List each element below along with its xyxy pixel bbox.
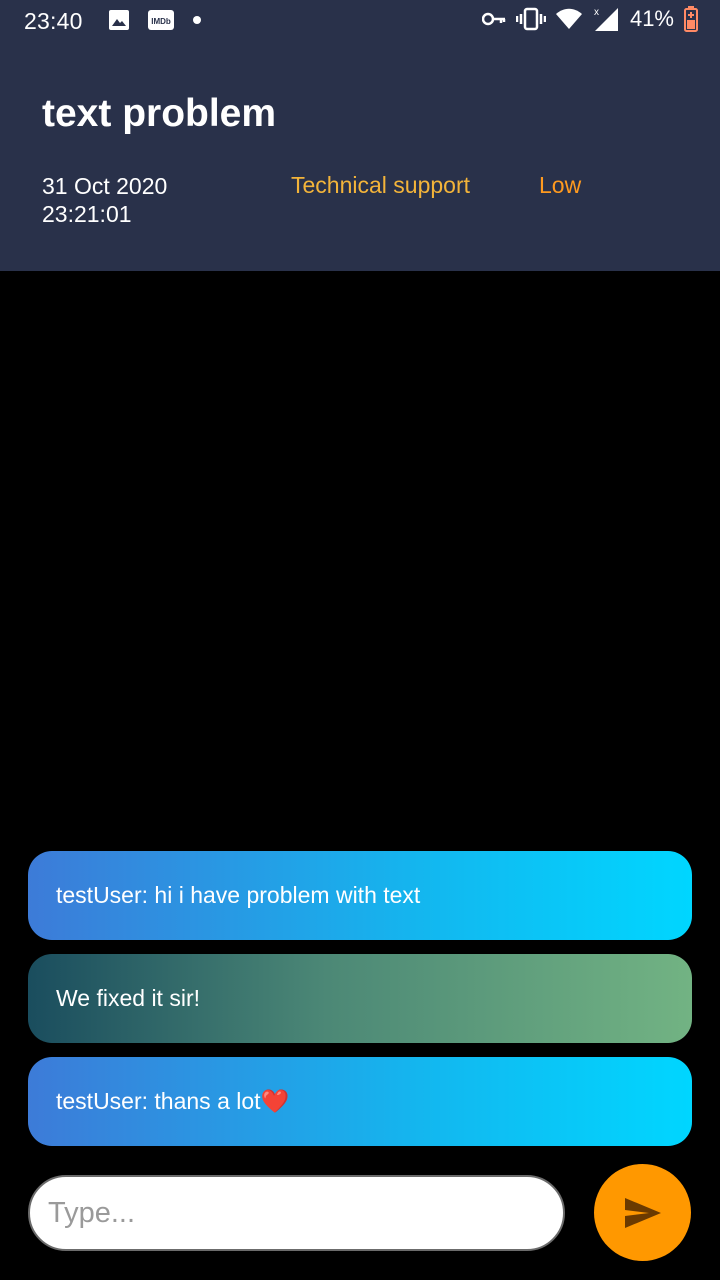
ticket-category: Technical support: [291, 172, 470, 198]
message-bubble: testUser: thans a lot❤️: [28, 1057, 692, 1146]
message-input-container[interactable]: [28, 1175, 565, 1251]
message-text: testUser: thans a lot❤️: [56, 1088, 290, 1114]
svg-text:x: x: [594, 7, 599, 18]
ticket-time: 23:21:01: [42, 201, 132, 227]
ticket-datetime: 31 Oct 2020 23:21:01: [42, 172, 167, 228]
ticket-priority: Low: [539, 172, 582, 198]
wifi-icon: [555, 8, 582, 30]
send-icon: [623, 1196, 663, 1230]
send-button[interactable]: [594, 1164, 691, 1261]
battery-percent: 41%: [629, 6, 674, 31]
message-bubble: We fixed it sir!: [28, 954, 692, 1043]
dot-icon: [192, 15, 202, 25]
battery-icon: [684, 6, 698, 32]
signal-icon: x: [592, 6, 620, 32]
imdb-label: IMDb: [151, 17, 171, 26]
message-input[interactable]: [46, 1195, 563, 1231]
ticket-header: text problem 31 Oct 2020 23:21:01 Techni…: [0, 42, 720, 271]
message-bubble: testUser: hi i have problem with text: [28, 851, 692, 940]
ticket-title: text problem: [42, 92, 277, 135]
message-text: testUser: hi i have problem with text: [56, 882, 421, 908]
image-icon: [108, 9, 130, 31]
status-bar: 23:40 IMDb x 41%: [0, 0, 720, 42]
ticket-date: 31 Oct 2020: [42, 173, 168, 199]
imdb-icon: IMDb: [148, 9, 174, 31]
vibrate-icon: [515, 7, 546, 31]
key-icon: [481, 11, 506, 27]
message-text: We fixed it sir!: [56, 985, 200, 1011]
status-time: 23:40: [24, 8, 83, 34]
